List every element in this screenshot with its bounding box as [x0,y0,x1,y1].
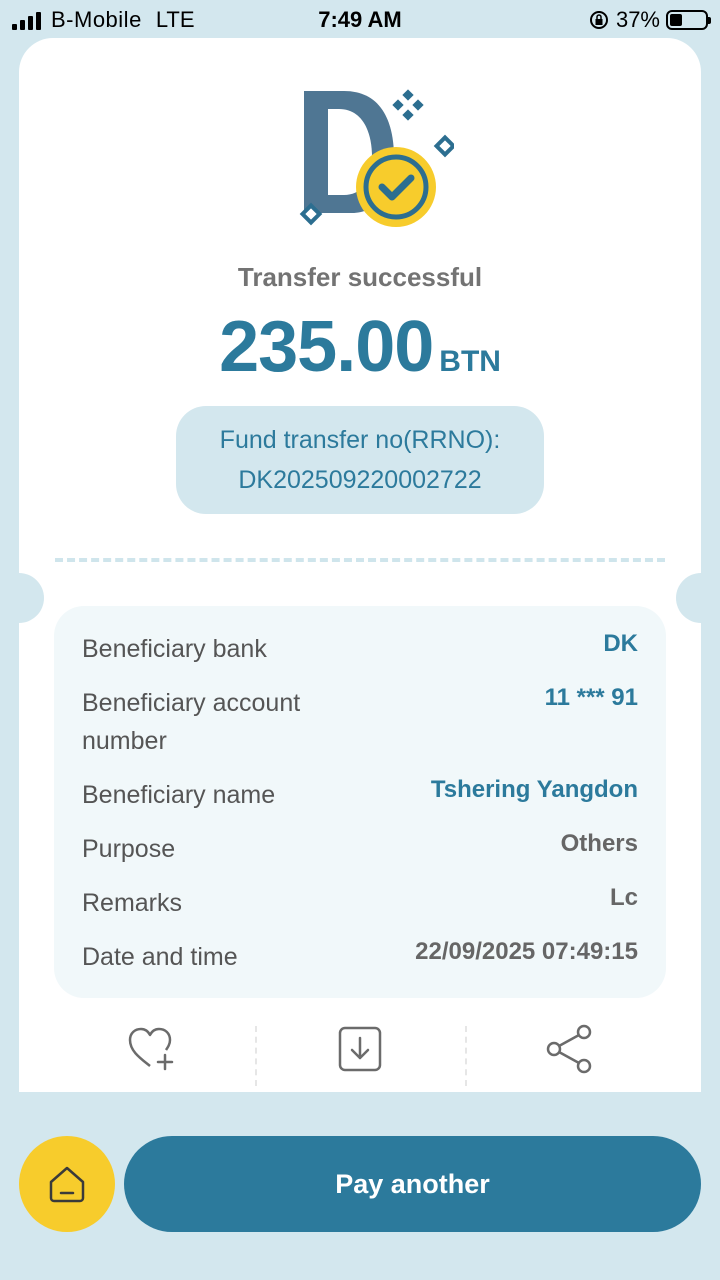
detail-value: 22/09/2025 07:49:15 [415,938,638,965]
receipt-card: Transfer successful 235.00 BTN Fund trans… [19,38,701,1092]
status-bar: B-Mobile LTE 7:49 AM 37% [0,0,720,40]
detail-row: Remarks Lc [82,884,638,922]
home-button[interactable] [19,1136,115,1232]
rrn-value: DK202509220002722 [238,466,482,494]
action-separator [255,1026,257,1086]
heart-plus-icon[interactable] [120,1018,180,1078]
amount-display: 235.00 BTN [19,306,701,388]
detail-value: Others [560,830,638,857]
detail-label: Date and time [82,943,238,971]
ticket-notch-right [676,573,701,623]
detail-row: Beneficiary account number 11 *** 91 [82,684,638,760]
detail-label: Beneficiary name [82,781,276,809]
detail-value: Tshering Yangdon [430,776,638,803]
transfer-status-title: Transfer successful [237,262,483,292]
detail-value: 11 *** 91 [544,684,638,711]
battery-icon [666,10,711,30]
detail-row: Purpose Others [82,830,638,868]
detail-label: Beneficiary bank [82,635,267,663]
receipt-actions [19,1018,701,1088]
detail-label: Purpose [82,835,176,863]
detail-value: DK [603,630,638,657]
amount-value: 235.00 [219,307,434,387]
detail-label: Beneficiary account number [82,689,301,755]
ticket-notch-left [19,573,44,623]
detail-value: Lc [609,884,638,911]
ticket-divider [55,558,665,562]
detail-row: Date and time 22/09/2025 07:49:15 [82,938,638,976]
home-icon [49,1166,85,1203]
action-separator [465,1026,467,1086]
battery-percent: 37% [615,7,660,32]
status-right: 37% [588,7,711,33]
pay-another-button[interactable]: Pay another [124,1136,701,1232]
detail-row: Beneficiary name Tshering Yangdon [82,776,638,814]
rrn-label: Fund transfer no(RRNO): [219,426,501,454]
download-icon[interactable] [330,1018,390,1078]
detail-label: Remarks [82,889,183,917]
orientation-lock-icon [589,11,608,29]
bank-success-logo-icon [299,89,454,227]
rrn-badge: Fund transfer no(RRNO): DK20250922000272… [176,406,544,514]
detail-row: Beneficiary bank DK [82,630,638,668]
share-icon[interactable] [540,1018,600,1078]
transfer-details: Beneficiary bank DK Beneficiary account … [54,606,666,998]
amount-currency: BTN [439,345,501,378]
